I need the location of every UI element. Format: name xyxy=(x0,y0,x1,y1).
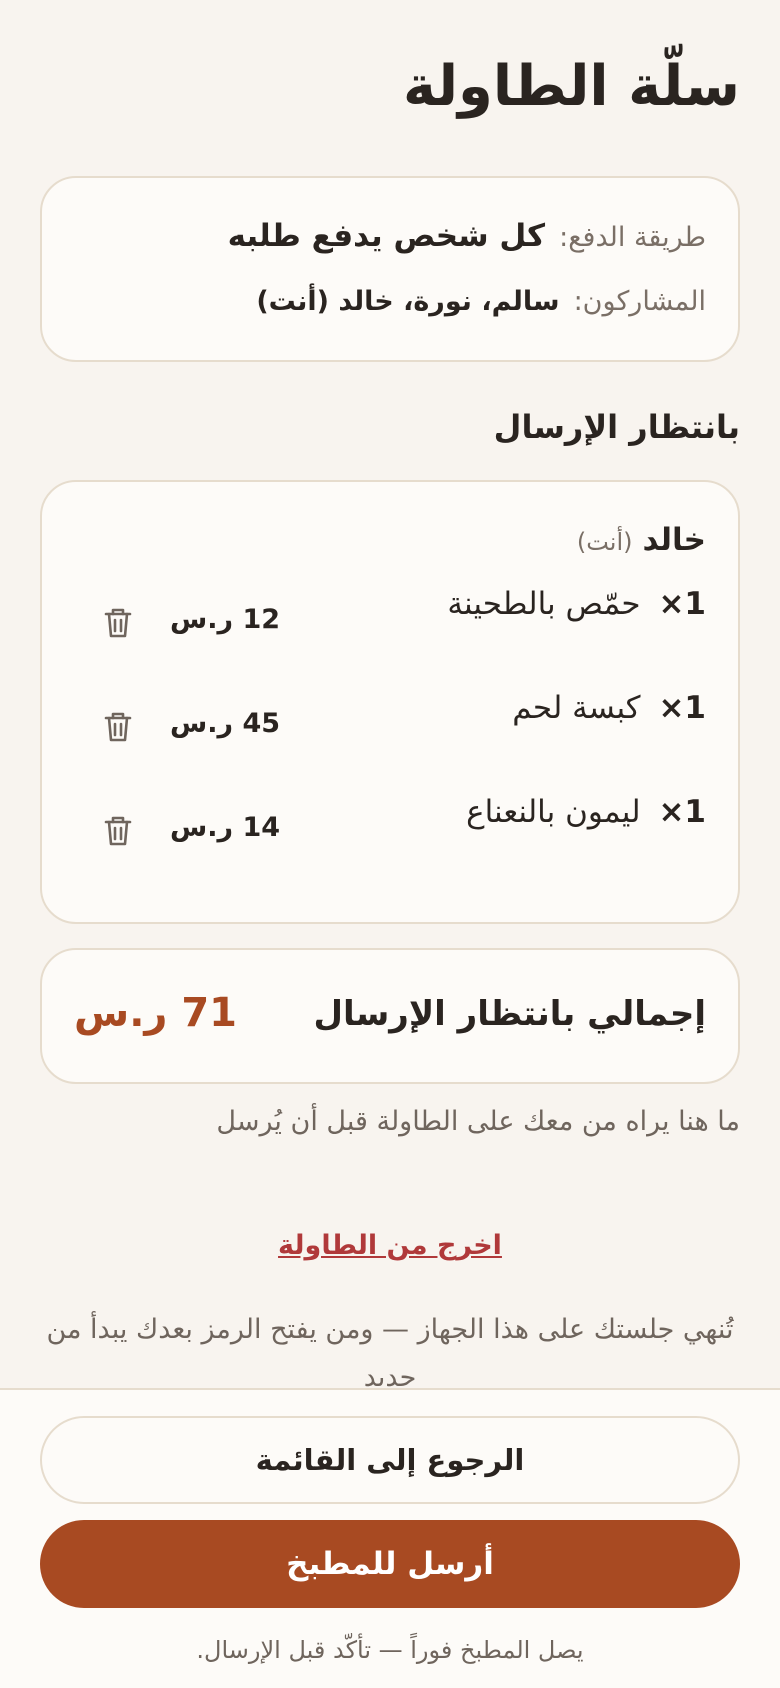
visibility-hint: ما هنا يراه من معك على الطاولة قبل أن يُ… xyxy=(216,1106,740,1137)
item-name: كبسة لحم xyxy=(512,690,641,726)
list-item: 1× كبسة لحم 45 ر.س xyxy=(42,690,738,750)
trash-icon[interactable] xyxy=(102,814,134,848)
trash-icon[interactable] xyxy=(102,606,134,640)
bottom-action-bar: الرجوع إلى القائمة أرسل للمطبخ يصل المطب… xyxy=(0,1388,780,1688)
list-item: 1× حمّص بالطحينة 12 ر.س xyxy=(42,586,738,646)
send-note: يصل المطبخ فوراً — تأكّد قبل الإرسال. xyxy=(196,1636,584,1664)
item-qty: 1× xyxy=(658,794,706,830)
item-name: حمّص بالطحينة xyxy=(447,586,641,622)
person-tag: (أنت) xyxy=(576,528,633,556)
total-label: إجمالي بانتظار الإرسال xyxy=(313,994,706,1034)
participants-label: المشاركون: xyxy=(573,286,706,317)
payment-method-label: طريقة الدفع: xyxy=(559,222,706,253)
send-to-kitchen-button[interactable]: أرسل للمطبخ xyxy=(40,1520,740,1608)
participants-row: المشاركون: سالم، نورة، خالد (أنت) xyxy=(256,286,706,317)
table-cart-page: سلّة الطاولة طريقة الدفع: كل شخص يدفع طل… xyxy=(0,0,780,1688)
pending-items-card: خالد (أنت) 1× حمّص بالطحينة 12 ر.س 1× كب… xyxy=(40,480,740,924)
order-info-card: طريقة الدفع: كل شخص يدفع طلبه المشاركون:… xyxy=(40,176,740,362)
person-header: خالد (أنت) xyxy=(577,522,706,558)
participants-value: سالم، نورة، خالد (أنت) xyxy=(256,286,560,317)
item-price: 14 ر.س xyxy=(170,812,281,843)
item-qty: 1× xyxy=(658,586,706,622)
leave-table-link[interactable]: اخرج من الطاولة xyxy=(0,1230,780,1261)
trash-icon[interactable] xyxy=(102,710,134,744)
pending-section-title: بانتظار الإرسال xyxy=(493,408,740,446)
item-name: ليمون بالنعناع xyxy=(466,794,641,830)
item-qty: 1× xyxy=(658,690,706,726)
pending-total-card: إجمالي بانتظار الإرسال 71 ر.س xyxy=(40,948,740,1084)
payment-method-value: كل شخص يدفع طلبه xyxy=(227,218,546,254)
back-to-menu-button[interactable]: الرجوع إلى القائمة xyxy=(40,1416,740,1504)
person-name: خالد xyxy=(642,522,706,558)
payment-method-row: طريقة الدفع: كل شخص يدفع طلبه xyxy=(228,218,706,254)
page-title: سلّة الطاولة xyxy=(403,54,740,119)
total-value: 71 ر.س xyxy=(74,990,238,1036)
item-price: 12 ر.س xyxy=(170,604,281,635)
list-item: 1× ليمون بالنعناع 14 ر.س xyxy=(42,794,738,854)
item-price: 45 ر.س xyxy=(170,708,281,739)
